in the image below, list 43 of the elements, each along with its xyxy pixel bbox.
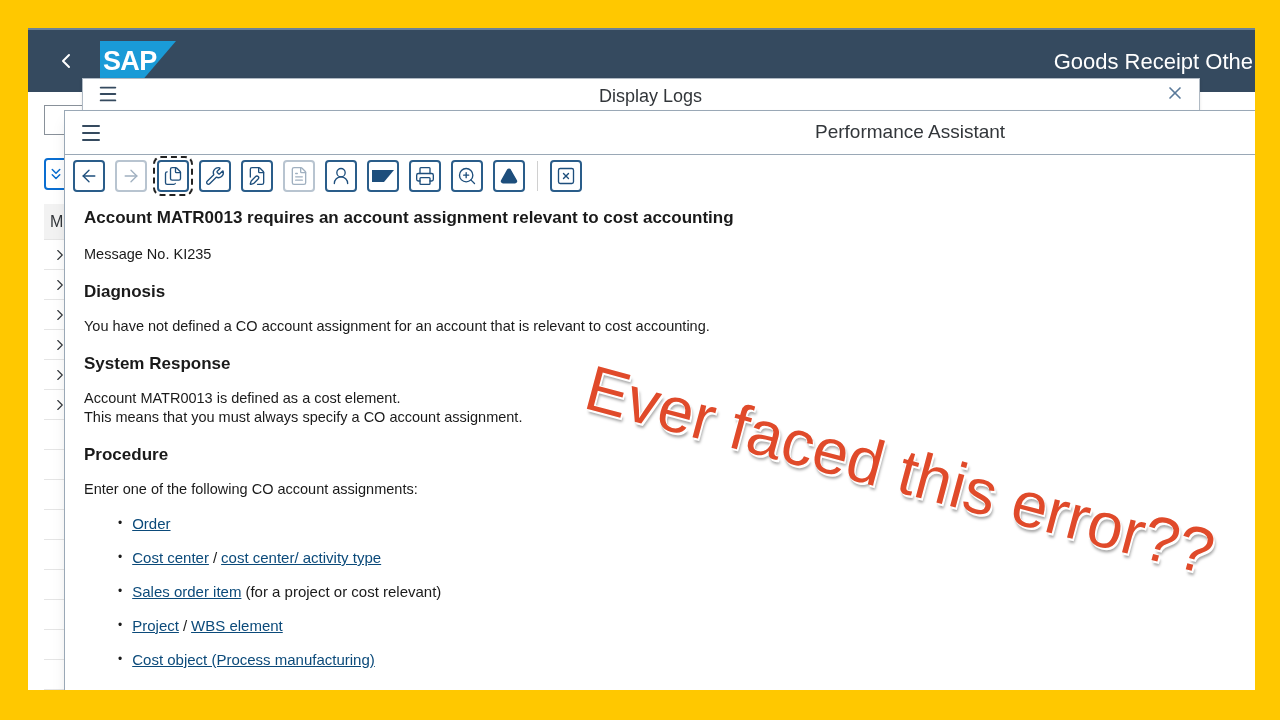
documents-icon	[163, 166, 183, 186]
paragraph: You have not defined a CO account assignment for an account that is relevant to cost accounting.	[84, 317, 711, 336]
sap-logo: SAP	[100, 41, 176, 81]
link[interactable]: Sales order item	[132, 581, 242, 602]
bullet: •	[118, 617, 123, 634]
link[interactable]: Project	[132, 615, 179, 636]
bullet: •	[118, 549, 123, 566]
dialog-title: Display Logs	[599, 85, 703, 108]
printer-icon	[415, 166, 435, 186]
toolbar-button[interactable]	[493, 160, 525, 192]
toolbar-button[interactable]	[199, 160, 231, 192]
link-note: (for a project or cost relevant)	[245, 582, 442, 602]
section-heading: Diagnosis	[84, 281, 167, 303]
bullet: •	[118, 651, 123, 668]
logo-icon	[372, 170, 394, 182]
document-icon	[289, 166, 309, 186]
section-heading: System Response	[84, 353, 232, 375]
link-note: /	[212, 548, 218, 568]
link-note: /	[182, 616, 188, 636]
person-icon	[331, 166, 351, 186]
toolbar-button[interactable]	[73, 160, 105, 192]
link[interactable]: Order	[132, 513, 171, 534]
toolbar-button[interactable]	[367, 160, 399, 192]
message-number: Message No. KI235	[84, 245, 213, 264]
toolbar-button[interactable]	[241, 160, 273, 192]
bullet: •	[118, 515, 123, 532]
toolbar-button[interactable]	[325, 160, 357, 192]
toolbar-button[interactable]	[550, 160, 582, 192]
link[interactable]: Cost object (Process manufacturing)	[132, 649, 375, 670]
dialog-title: Performance Assistant	[815, 120, 1006, 145]
link[interactable]: WBS element	[191, 615, 283, 636]
overlay-caption: Ever faced this error??	[577, 350, 1223, 591]
wrench-icon	[205, 166, 225, 186]
close-icon	[556, 166, 576, 186]
link[interactable]: cost center/ activity type	[221, 547, 382, 568]
link[interactable]: Cost center	[132, 547, 209, 568]
bullet: •	[118, 583, 123, 600]
toolbar-button[interactable]	[409, 160, 441, 192]
edit-document-icon	[247, 166, 267, 186]
triangle-icon	[500, 167, 518, 185]
toolbar-button[interactable]	[451, 160, 483, 192]
app-title: Goods Receipt Othe	[1053, 47, 1253, 76]
zoom-in-icon	[457, 166, 477, 186]
